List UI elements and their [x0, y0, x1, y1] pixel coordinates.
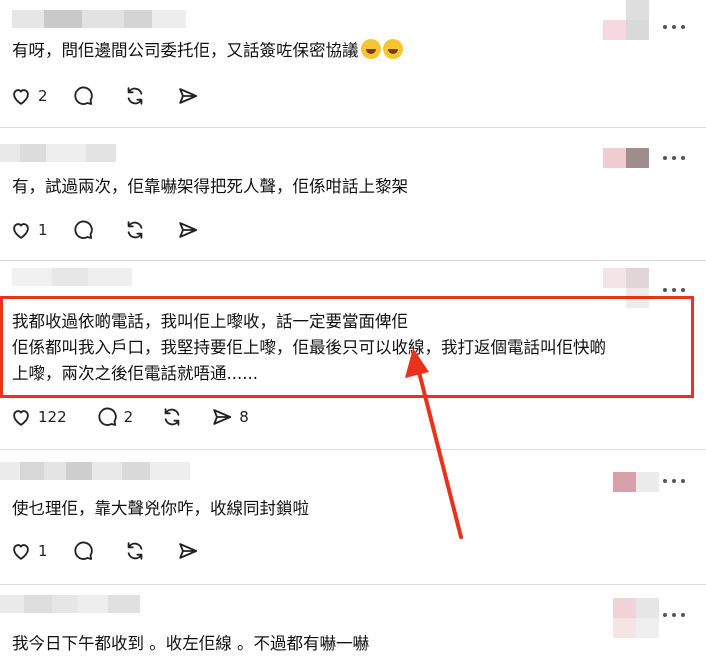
post-text: 使乜理佢，靠大聲兇你咋，收線同封鎖啦 [12, 499, 309, 518]
share-button[interactable] [177, 540, 199, 562]
comment-button[interactable]: 2 [96, 406, 134, 428]
post-divider [0, 584, 706, 585]
more-icon[interactable] [662, 285, 686, 295]
heart-icon [13, 410, 29, 426]
repost-icon [127, 542, 142, 560]
like-button[interactable]: 2 [10, 85, 48, 107]
comment-icon [73, 220, 93, 239]
blurred-avatar [603, 0, 649, 40]
comment-icon [73, 541, 93, 560]
blurred-avatar [613, 472, 659, 492]
comment-icon [98, 407, 117, 426]
blurred-avatar [603, 148, 649, 168]
share-button[interactable] [177, 219, 199, 241]
post-text: 有，試過兩次，佢靠嚇架得把死人聲，佢係咁話上黎架 [12, 177, 408, 196]
share-button[interactable]: 8 [211, 406, 249, 428]
blurred-username [0, 595, 140, 613]
post-actions: 1 [10, 218, 199, 242]
blurred-username [0, 462, 190, 480]
comment-button[interactable] [72, 85, 94, 107]
post-text: 我今日下午都收到 。收左佢線 。不過都有嚇一嚇 [12, 634, 369, 653]
more-icon[interactable] [662, 476, 686, 486]
repost-button[interactable] [124, 219, 146, 241]
blurred-avatar [603, 268, 649, 308]
heart-icon [13, 89, 29, 105]
grinning-sweat-emoji [360, 39, 381, 59]
post-actions: 122 2 8 [10, 405, 249, 429]
blurred-avatar [613, 598, 659, 638]
repost-button[interactable] [161, 406, 183, 428]
share-button[interactable] [177, 85, 199, 107]
share-icon [178, 222, 197, 238]
like-count: 1 [38, 542, 48, 560]
repost-button[interactable] [124, 85, 146, 107]
more-icon[interactable] [662, 22, 686, 32]
blurred-username [12, 10, 186, 28]
share-icon [213, 409, 232, 425]
like-button[interactable]: 1 [10, 540, 48, 562]
comment-button[interactable] [72, 219, 94, 241]
post-text: 有呀，問佢邊間公司委托佢，又話簽咗保密協議 [12, 39, 403, 62]
more-icon[interactable] [662, 610, 686, 620]
comment-icon [73, 86, 93, 105]
repost-icon [127, 87, 142, 105]
share-icon [178, 88, 197, 104]
share-count: 8 [239, 408, 249, 426]
like-count: 1 [38, 221, 48, 239]
like-count: 2 [38, 87, 48, 105]
heart-icon [13, 223, 29, 239]
repost-button[interactable] [124, 540, 146, 562]
comment-button[interactable] [72, 540, 94, 562]
like-button[interactable]: 1 [10, 219, 48, 241]
post-divider [0, 449, 706, 450]
blurred-username [12, 268, 132, 286]
post-divider [0, 127, 706, 128]
repost-icon [164, 408, 180, 426]
post-divider [0, 260, 706, 261]
post-text-line-3: 上嚟，兩次之後佢電話就唔通...... [12, 364, 258, 383]
grinning-sweat-emoji [382, 39, 403, 59]
post-actions: 2 [10, 84, 199, 108]
comment-count: 2 [123, 408, 134, 426]
like-count: 122 [38, 408, 67, 426]
share-icon [178, 543, 197, 559]
blurred-username [0, 144, 116, 162]
more-icon[interactable] [662, 153, 686, 163]
repost-icon [127, 221, 142, 239]
post-text-line-2: 佢係都叫我入戶口，我堅持要佢上嚟，佢最後只可以收線，我打返個電話叫佢快啲 [12, 338, 606, 357]
post-actions: 1 [10, 539, 199, 563]
like-button[interactable]: 122 [10, 406, 67, 428]
heart-icon [13, 544, 29, 560]
post-text-line-1: 我都收過依啲電話，我叫佢上嚟收，話一定要當面俾佢 [12, 312, 408, 331]
